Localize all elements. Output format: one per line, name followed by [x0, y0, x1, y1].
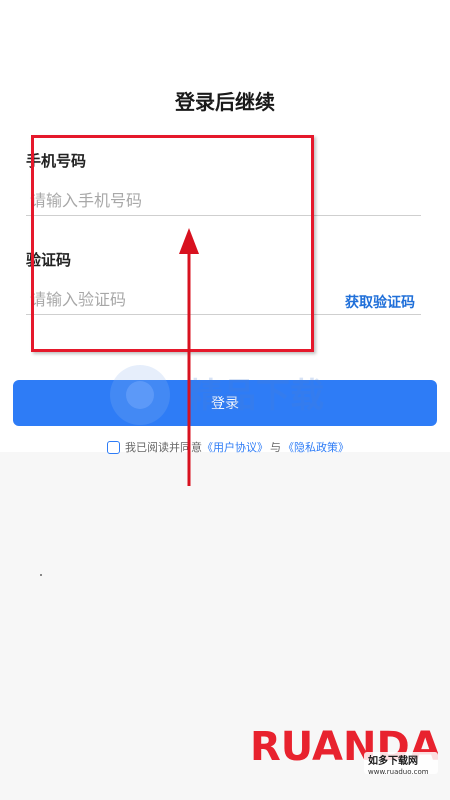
agreement-row: 我已阅读并同意 《用户协议》 与 《隐私政策》: [107, 438, 349, 456]
page-title: 登录后继续: [175, 90, 275, 114]
login-button[interactable]: 登录: [13, 380, 437, 426]
annotation-arrow-icon: [179, 228, 199, 486]
brand-watermark-logo: RUANDAO 如多下载网 www.ruaduo.com: [250, 724, 438, 776]
stray-dot: [40, 574, 42, 576]
privacy-policy-link[interactable]: 《隐私政策》: [283, 439, 349, 455]
brand-cn-text: 如多下载网: [368, 754, 418, 767]
get-code-button[interactable]: 获取验证码: [345, 292, 415, 312]
user-agreement-link[interactable]: 《用户协议》: [202, 439, 268, 455]
agreement-checkbox[interactable]: [107, 440, 120, 454]
annotation-highlight-box: [31, 135, 314, 352]
agreement-conjunction: 与: [270, 441, 281, 454]
brand-url-text: www.ruaduo.com: [368, 768, 429, 776]
